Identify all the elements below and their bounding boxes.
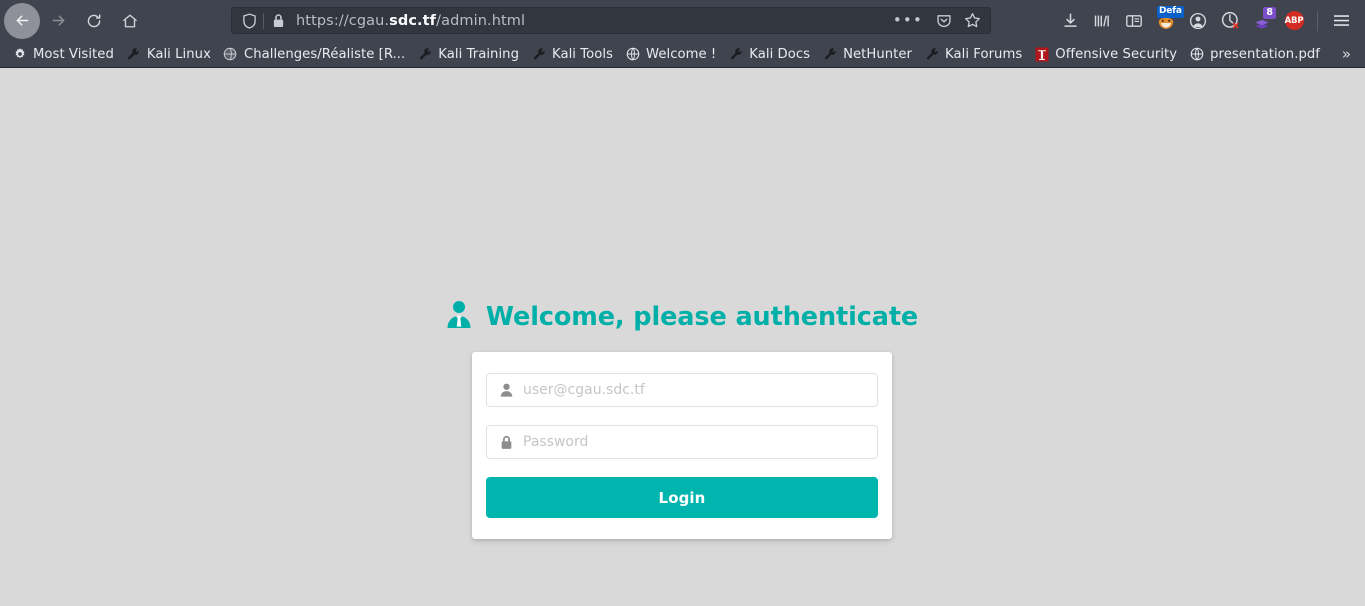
home-icon — [123, 14, 137, 27]
navigation-buttons — [4, 2, 148, 39]
bookmark-kali-linux[interactable]: Kali Linux — [120, 45, 217, 64]
navigation-toolbar: https://cgau.sdc.tf/admin.html ••• Defa … — [0, 0, 1365, 41]
globe-icon — [625, 47, 640, 62]
bookmark-offensive-security[interactable]: Offensive Security — [1028, 45, 1183, 64]
reload-button[interactable] — [76, 3, 112, 39]
gear-icon — [12, 47, 27, 62]
abp-label: ABP — [1284, 11, 1304, 30]
bookmark-kali-docs[interactable]: Kali Docs — [722, 45, 816, 64]
page-actions-button[interactable]: ••• — [887, 13, 929, 28]
username-input[interactable] — [515, 382, 877, 398]
bookmark-label: Kali Tools — [552, 46, 614, 62]
forward-button[interactable] — [40, 3, 76, 39]
page-content: Welcome, please authenticate user@cgau.s… — [0, 68, 1365, 605]
url-host: sdc.tf — [389, 12, 437, 29]
bookmark-label: Kali Training — [438, 46, 519, 62]
star-icon[interactable] — [959, 10, 985, 32]
lock-icon — [497, 435, 515, 450]
wrench-icon — [126, 47, 141, 62]
page-title-text: Welcome, please authenticate — [485, 301, 919, 332]
back-arrow-icon — [16, 15, 28, 26]
bookmarks-overflow-button[interactable]: » — [1332, 45, 1361, 63]
browser-chrome: https://cgau.sdc.tf/admin.html ••• Defa … — [0, 0, 1365, 68]
home-button[interactable] — [112, 3, 148, 39]
bookmark-label: Challenges/Réaliste [R... — [243, 46, 406, 62]
bookmark-challenges-realiste[interactable]: Challenges/Réaliste [R... — [217, 45, 411, 64]
app-menu-icon[interactable] — [1325, 4, 1357, 38]
password-field[interactable] — [486, 425, 878, 459]
wrench-icon — [728, 47, 743, 62]
bookmarks-bar: Most Visited Kali Linux Challenges/Réali… — [0, 41, 1365, 68]
bookmark-kali-forums[interactable]: Kali Forums — [918, 45, 1028, 64]
foxyproxy-badge: Defa — [1157, 5, 1184, 18]
downloads-icon[interactable] — [1054, 4, 1086, 38]
bookmark-kali-tools[interactable]: Kali Tools — [525, 45, 619, 64]
user-icon — [497, 383, 515, 397]
bookmark-most-visited[interactable]: Most Visited — [6, 45, 120, 64]
username-field[interactable] — [486, 373, 878, 407]
wrench-icon — [417, 47, 432, 62]
url-prefix: https://cgau. — [296, 12, 390, 29]
bookmark-label: Kali Docs — [749, 46, 811, 62]
login-button[interactable]: Login — [486, 477, 878, 518]
globe-dark-icon — [223, 47, 238, 62]
toolbar-divider — [1317, 10, 1318, 31]
url-bar[interactable]: https://cgau.sdc.tf/admin.html ••• — [231, 7, 991, 34]
wrench-icon — [531, 47, 546, 62]
account-icon[interactable] — [1182, 4, 1214, 38]
noscript-icon[interactable] — [1214, 4, 1246, 38]
url-suffix: /admin.html — [436, 12, 526, 29]
bookmark-label: NetHunter — [843, 46, 913, 62]
forward-arrow-icon — [52, 15, 64, 26]
tracking-protection-shield-icon[interactable] — [236, 10, 262, 32]
url-text[interactable]: https://cgau.sdc.tf/admin.html — [291, 13, 887, 29]
library-icon[interactable] — [1086, 4, 1118, 38]
toolbar-right-icons: Defa 8 ABP — [1054, 4, 1357, 38]
login-card: Login — [472, 352, 892, 539]
reload-icon — [87, 13, 101, 27]
bookmark-welcome[interactable]: Welcome ! — [619, 45, 722, 64]
cookie-manager-badge: 8 — [1263, 6, 1276, 19]
urlbar-actions: ••• — [887, 10, 985, 32]
back-button[interactable] — [4, 2, 40, 39]
pocket-icon[interactable] — [931, 10, 957, 32]
wrench-icon — [924, 47, 939, 62]
bookmark-label: Welcome ! — [646, 46, 717, 62]
bookmark-label: presentation.pdf — [1210, 46, 1320, 62]
offsec-icon — [1034, 47, 1049, 62]
bookmark-kali-training[interactable]: Kali Training — [411, 45, 525, 64]
user-tie-icon — [446, 300, 472, 333]
login-container: Welcome, please authenticate user@cgau.s… — [447, 300, 918, 539]
bookmark-label: Offensive Security — [1055, 46, 1178, 62]
bookmark-label: Kali Linux — [146, 46, 211, 62]
wrench-icon — [822, 47, 837, 62]
urlbar-divider — [263, 12, 264, 29]
bookmark-label: Kali Forums — [945, 46, 1023, 62]
bookmark-nethunter[interactable]: NetHunter — [816, 45, 918, 64]
page-title: Welcome, please authenticate — [447, 300, 918, 333]
padlock-icon[interactable] — [265, 10, 291, 32]
globe-icon — [1189, 47, 1204, 62]
password-input[interactable] — [515, 434, 877, 450]
bookmark-presentation-pdf[interactable]: presentation.pdf — [1183, 45, 1326, 64]
adblock-plus-icon[interactable]: ABP — [1278, 4, 1310, 38]
foxyproxy-icon[interactable]: Defa — [1150, 4, 1184, 38]
cookie-quick-manager-icon[interactable]: 8 — [1246, 4, 1278, 38]
sidebar-icon[interactable] — [1118, 4, 1150, 38]
bookmark-label: Most Visited — [33, 46, 114, 62]
